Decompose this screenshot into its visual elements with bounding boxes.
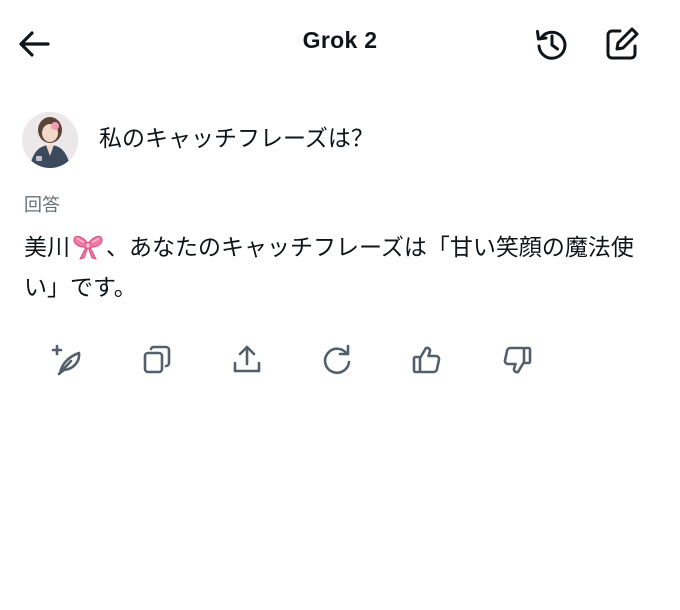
thumbs-up-icon [412, 346, 441, 374]
user-avatar[interactable] [22, 112, 78, 168]
top-bar: Grok 2 [0, 0, 680, 88]
thumbs-down-icon [503, 346, 532, 374]
ribbon-icon [73, 235, 103, 260]
answer-name: 美川 [24, 235, 70, 261]
thumbs-up-button[interactable] [407, 340, 447, 380]
back-button[interactable] [14, 26, 54, 62]
answer-text: 美川 、あなたのキャッチフレーズは「甘い笑顔の魔法使い」です。 [24, 228, 654, 308]
copy-button[interactable] [137, 340, 177, 380]
page-title: Grok 2 [302, 27, 378, 53]
question-text: 私のキャッチフレーズは？ [99, 126, 374, 152]
share-button[interactable] [227, 340, 267, 380]
user-question: 私のキャッチフレーズは？ [22, 112, 652, 168]
response-actions [0, 336, 680, 386]
back-arrow-icon [19, 31, 50, 57]
compose-icon [606, 27, 639, 60]
refresh-icon [323, 344, 351, 375]
thumbs-down-button[interactable] [497, 340, 537, 380]
history-button[interactable] [530, 24, 574, 64]
copy-icon [143, 345, 171, 374]
history-icon [536, 30, 567, 60]
answer-body: 、あなたのキャッチフレーズは「甘い笑顔の魔法使い」です。 [24, 235, 634, 301]
regenerate-feather-icon [51, 344, 81, 376]
regenerate-button[interactable] [47, 340, 87, 380]
answer-label: 回答 [24, 195, 60, 216]
share-icon [233, 345, 261, 373]
new-chat-button[interactable] [600, 24, 644, 64]
refresh-button[interactable] [317, 340, 357, 380]
